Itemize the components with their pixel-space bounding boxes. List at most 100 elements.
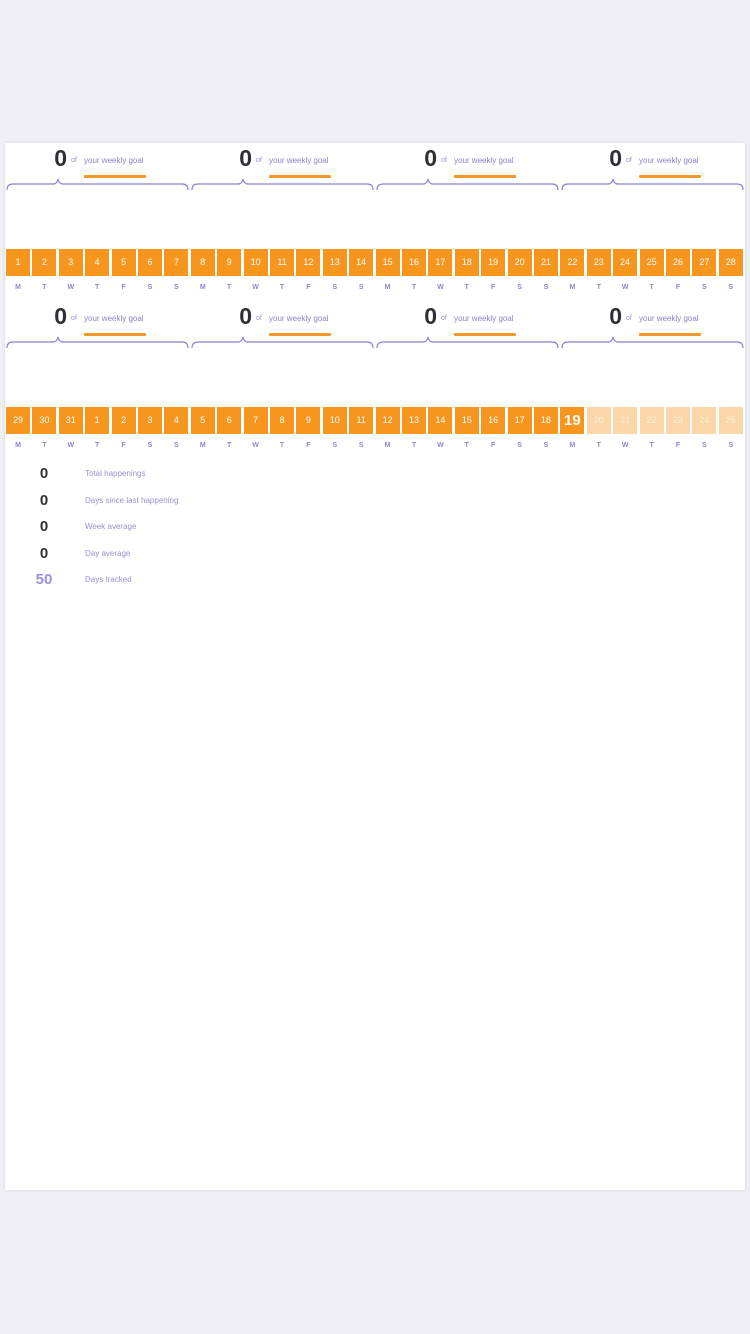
day-cell[interactable]: 6 bbox=[217, 407, 242, 434]
stat-row: 0 Total happenings bbox=[5, 465, 405, 485]
day-cell[interactable]: 14 bbox=[428, 407, 453, 434]
weekday-labels-row: MTWTFSSMTWTFSSMTWTFSSMTWTFSS bbox=[5, 442, 745, 454]
day-cell[interactable]: 21 bbox=[613, 407, 638, 434]
day-cell[interactable]: 15 bbox=[454, 407, 479, 434]
day-cell[interactable]: 4 bbox=[85, 249, 110, 276]
day-cell[interactable]: 8 bbox=[270, 407, 294, 434]
weekday-label: T bbox=[649, 284, 654, 291]
day-cell[interactable]: 22 bbox=[560, 249, 585, 276]
day-cell[interactable]: 20 bbox=[507, 249, 532, 276]
day-cell-today[interactable]: 19 bbox=[560, 407, 585, 434]
day-cell[interactable]: 23 bbox=[666, 407, 690, 434]
day-cell[interactable]: 7 bbox=[243, 407, 268, 434]
day-cell[interactable]: 17 bbox=[428, 249, 453, 276]
weekday-label: T bbox=[649, 442, 654, 449]
weekday-label: S bbox=[702, 284, 707, 291]
weekly-goal-row: 0 of your weekly goal 0 of your weekly goal 0 o… bbox=[5, 301, 745, 351]
day-cell[interactable]: 4 bbox=[164, 407, 189, 434]
day-cell[interactable]: 1 bbox=[6, 249, 30, 276]
day-cell[interactable]: 14 bbox=[349, 249, 374, 276]
day-cell[interactable]: 3 bbox=[138, 407, 162, 434]
weekly-goal-block[interactable]: 0 of your weekly goal bbox=[190, 301, 375, 351]
stat-value: 0 bbox=[39, 491, 49, 509]
day-cell[interactable]: 5 bbox=[111, 249, 136, 276]
day-cell[interactable]: 22 bbox=[639, 407, 664, 434]
day-cell[interactable]: 3 bbox=[58, 249, 83, 276]
day-cell[interactable]: 25 bbox=[639, 249, 664, 276]
weekday-label: T bbox=[95, 284, 100, 291]
day-cell[interactable]: 16 bbox=[481, 407, 506, 434]
day-cell[interactable]: 29 bbox=[6, 407, 30, 434]
day-cell[interactable]: 11 bbox=[270, 249, 294, 276]
day-cell[interactable]: 31 bbox=[58, 407, 83, 434]
day-cell[interactable]: 18 bbox=[534, 407, 558, 434]
weekday-label: T bbox=[42, 284, 47, 291]
day-cell[interactable]: 21 bbox=[534, 249, 558, 276]
day-cell[interactable]: 2 bbox=[32, 249, 57, 276]
day-cell[interactable]: 8 bbox=[190, 249, 215, 276]
day-cell[interactable]: 30 bbox=[32, 407, 57, 434]
weekday-label: S bbox=[147, 284, 153, 291]
day-cell[interactable]: 15 bbox=[375, 249, 400, 276]
weekday-label: S bbox=[174, 284, 179, 291]
weekday-label: S bbox=[543, 442, 549, 449]
weekly-goal-block[interactable]: 0 of your weekly goal bbox=[190, 143, 375, 193]
weekly-goal-block[interactable]: 0 of your weekly goal bbox=[375, 301, 560, 351]
day-cell[interactable]: 27 bbox=[692, 249, 717, 276]
weekly-goal-block[interactable]: 0 of your weekly goal bbox=[5, 301, 190, 351]
week-brace-icon bbox=[561, 336, 744, 349]
day-cell[interactable]: 10 bbox=[322, 407, 347, 434]
day-cell[interactable]: 11 bbox=[349, 407, 374, 434]
day-cell[interactable]: 5 bbox=[190, 407, 215, 434]
day-cell[interactable]: 17 bbox=[507, 407, 532, 434]
weekly-goal-row: 0 of your weekly goal 0 of your weekly goal 0 o… bbox=[5, 143, 745, 193]
weekday-label: T bbox=[42, 442, 47, 449]
stat-label: Week average bbox=[85, 522, 137, 531]
weekly-goal-block[interactable]: 0 of your weekly goal bbox=[560, 301, 745, 351]
day-cell[interactable]: 2 bbox=[111, 407, 136, 434]
day-cell[interactable]: 19 bbox=[481, 249, 506, 276]
day-cell[interactable]: 13 bbox=[322, 249, 347, 276]
weekday-label: T bbox=[411, 442, 417, 449]
weekday-label: S bbox=[332, 442, 338, 449]
week-brace-icon bbox=[376, 178, 559, 191]
day-cell[interactable]: 6 bbox=[138, 249, 162, 276]
weekday-label: M bbox=[199, 442, 206, 449]
day-cell[interactable]: 10 bbox=[243, 249, 268, 276]
day-cell[interactable]: 18 bbox=[454, 249, 479, 276]
weekly-goal-block[interactable]: 0 of your weekly goal bbox=[375, 143, 560, 193]
weekday-label: T bbox=[95, 442, 100, 449]
day-cell[interactable]: 24 bbox=[613, 249, 638, 276]
day-cell[interactable]: 7 bbox=[164, 249, 189, 276]
day-cell[interactable]: 23 bbox=[586, 249, 611, 276]
weekly-goal-block[interactable]: 0 of your weekly goal bbox=[5, 143, 190, 193]
weekday-label: M bbox=[15, 442, 21, 449]
tracker-card: 0 of your weekly goal 0 of your weekly goal 0 o… bbox=[5, 143, 745, 1190]
weekday-label: M bbox=[384, 442, 391, 449]
weekday-label: F bbox=[121, 284, 126, 291]
day-cell[interactable]: 12 bbox=[296, 249, 321, 276]
stat-value: 0 bbox=[39, 518, 49, 535]
weekday-label: F bbox=[306, 284, 311, 291]
weekday-label: T bbox=[596, 284, 601, 291]
day-cell[interactable]: 24 bbox=[692, 407, 717, 434]
weekly-goal-block[interactable]: 0 of your weekly goal bbox=[560, 143, 745, 193]
day-cell[interactable]: 1 bbox=[85, 407, 110, 434]
day-cell[interactable]: 28 bbox=[718, 249, 743, 276]
days-row: 1 2 3 4 5 6 7 8 9 10 11 12 13 14 15 16 17 18 19 20 21 22 23 24 2… bbox=[5, 249, 745, 276]
day-cell[interactable]: 9 bbox=[217, 249, 242, 276]
week-brace-icon bbox=[6, 336, 189, 349]
day-cell[interactable]: 13 bbox=[402, 407, 426, 434]
day-cell[interactable]: 9 bbox=[296, 407, 321, 434]
stat-value: 0 bbox=[39, 465, 49, 482]
day-cell[interactable]: 25 bbox=[718, 407, 743, 434]
day-cell[interactable]: 16 bbox=[402, 249, 426, 276]
weekday-label: S bbox=[147, 442, 153, 449]
weekday-label: F bbox=[491, 442, 496, 449]
day-cell[interactable]: 12 bbox=[375, 407, 400, 434]
weekday-label: T bbox=[227, 442, 232, 449]
day-cell[interactable]: 26 bbox=[666, 249, 690, 276]
day-cell[interactable]: 20 bbox=[586, 407, 611, 434]
stat-value: 50 bbox=[35, 571, 53, 588]
weekday-label: S bbox=[332, 284, 338, 291]
